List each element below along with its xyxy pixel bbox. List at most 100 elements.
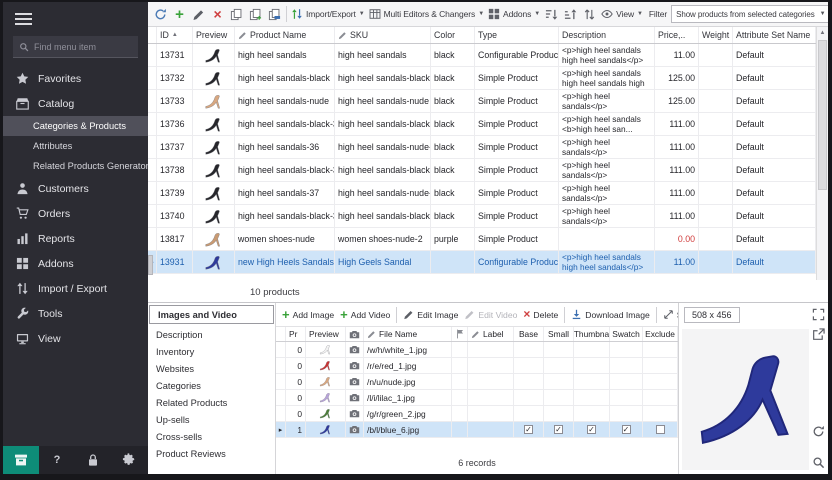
column-header-color[interactable]: Color: [431, 27, 475, 43]
product-row-13731[interactable]: 13731high heel sandalshigh heel sandalsb…: [148, 44, 816, 67]
image-thumbnail-cell[interactable]: [574, 390, 610, 406]
image-small-cell[interactable]: [544, 374, 574, 390]
column-header-position[interactable]: Pr: [286, 327, 306, 341]
image-base-cell[interactable]: ✓: [514, 422, 544, 438]
column-header-label[interactable]: Label: [468, 327, 514, 341]
base-checkbox[interactable]: ✓: [524, 425, 533, 434]
column-header-camera[interactable]: [346, 327, 364, 341]
product-row-13739[interactable]: 13739high heel sandals-37high heel sanda…: [148, 182, 816, 205]
image-small-cell[interactable]: [544, 342, 574, 358]
sidebar-item-orders[interactable]: Orders: [3, 201, 148, 226]
sidebar-item-customers[interactable]: Customers: [3, 176, 148, 201]
image-row-3[interactable]: 0/n/u/nude.jpg: [276, 374, 678, 390]
zoom-icon[interactable]: [812, 456, 825, 469]
tab-related-products[interactable]: Related Products: [148, 394, 275, 411]
duplicate-icon[interactable]: [248, 7, 263, 22]
tab-inventory[interactable]: Inventory: [148, 343, 275, 360]
image-camera-cell[interactable]: [346, 390, 364, 406]
column-header-sku[interactable]: SKU: [335, 27, 431, 43]
vertical-scrollbar[interactable]: ▲: [816, 27, 828, 280]
import-export-button[interactable]: Import/Export▼: [291, 8, 365, 20]
panel-splitter-handle[interactable]: [148, 255, 153, 275]
exclude-checkbox[interactable]: [656, 425, 665, 434]
camera-icon[interactable]: [349, 408, 360, 419]
image-swatch-cell[interactable]: [610, 342, 643, 358]
column-header-price[interactable]: Price,..: [655, 27, 699, 43]
delete-image-button[interactable]: ×Delete: [523, 309, 558, 320]
view-button[interactable]: View▼: [601, 8, 643, 20]
open-in-new-window-icon[interactable]: [812, 328, 825, 341]
store-manager-icon[interactable]: [3, 446, 39, 474]
edit-video-button[interactable]: Edit Video: [464, 309, 517, 320]
image-row-5[interactable]: 0/g/r/green_2.jpg: [276, 406, 678, 422]
tab-images-and-video[interactable]: Images and Video: [149, 305, 274, 324]
image-small-cell[interactable]: ✓: [544, 422, 574, 438]
column-header-attribute-set[interactable]: Attribute Set Name: [733, 27, 816, 43]
tab-product-reviews[interactable]: Product Reviews: [148, 445, 275, 462]
swatch-checkbox[interactable]: ✓: [622, 425, 631, 434]
image-swatch-cell[interactable]: ✓: [610, 422, 643, 438]
product-row-13732[interactable]: 13732high heel sandals-blackhigh heel sa…: [148, 67, 816, 90]
download-image-button[interactable]: Download Image: [571, 309, 650, 320]
image-thumbnail-cell[interactable]: [574, 342, 610, 358]
image-swatch-cell[interactable]: [610, 390, 643, 406]
column-header-base[interactable]: Base: [514, 327, 544, 341]
image-camera-cell[interactable]: [346, 374, 364, 390]
image-swatch-cell[interactable]: [610, 358, 643, 374]
sidebar-item-categories-products[interactable]: Categories & Products: [3, 116, 148, 136]
sidebar-item-catalog[interactable]: Catalog: [3, 91, 148, 116]
image-camera-cell[interactable]: [346, 422, 364, 438]
addons-button[interactable]: Addons▼: [488, 8, 540, 20]
sidebar-item-addons[interactable]: Addons: [3, 251, 148, 276]
scrollbar-thumb[interactable]: [818, 40, 827, 190]
column-header-weight[interactable]: Weight: [699, 27, 733, 43]
product-row-13737[interactable]: 13737high heel sandals-36high heel sanda…: [148, 136, 816, 159]
tab-cross-sells[interactable]: Cross-sells: [148, 428, 275, 445]
tab-description[interactable]: Description: [148, 326, 275, 343]
copy-to-clipboard-icon[interactable]: [267, 7, 282, 22]
image-exclude-cell[interactable]: [643, 390, 678, 406]
tab-websites[interactable]: Websites: [148, 360, 275, 377]
sidebar-item-tools[interactable]: Tools: [3, 301, 148, 326]
image-thumbnail-cell[interactable]: [574, 406, 610, 422]
image-exclude-cell[interactable]: [643, 342, 678, 358]
image-small-cell[interactable]: [544, 390, 574, 406]
image-exclude-cell[interactable]: [643, 374, 678, 390]
image-exclude-cell[interactable]: [643, 406, 678, 422]
set-resize-rule-button[interactable]: Set Resize Rule: [663, 309, 678, 320]
rotate-image-icon[interactable]: [812, 425, 825, 438]
image-row-4[interactable]: 0/l/i/lilac_1.jpg: [276, 390, 678, 406]
small-checkbox[interactable]: ✓: [554, 425, 563, 434]
camera-icon[interactable]: [349, 344, 360, 355]
image-exclude-cell[interactable]: [643, 422, 678, 438]
add-image-button[interactable]: +Add Image: [282, 309, 334, 320]
help-icon[interactable]: ?: [39, 446, 75, 474]
product-row-13817[interactable]: 13817women shoes-nudewomen shoes-nude-2p…: [148, 228, 816, 251]
column-header-product-name[interactable]: Product Name: [235, 27, 335, 43]
column-header-flag[interactable]: [452, 327, 468, 341]
sidebar-item-reports[interactable]: Reports: [3, 226, 148, 251]
product-row-13931[interactable]: ▸13931new High Heels SandalsHigh Geels S…: [148, 251, 816, 274]
sort-ascending-icon[interactable]: [544, 7, 559, 22]
image-swatch-cell[interactable]: [610, 406, 643, 422]
copy-icon[interactable]: [229, 7, 244, 22]
sort-descending-icon[interactable]: [563, 7, 578, 22]
column-header-thumbnail[interactable]: Thumbna: [574, 327, 610, 341]
image-small-cell[interactable]: [544, 358, 574, 374]
product-row-13740[interactable]: 13740high heel sandals-black-38high heel…: [148, 205, 816, 228]
image-base-cell[interactable]: [514, 374, 544, 390]
image-thumbnail-cell[interactable]: ✓: [574, 422, 610, 438]
sidebar-item-attributes[interactable]: Attributes: [3, 136, 148, 156]
sidebar-item-import-export[interactable]: Import / Export: [3, 276, 148, 301]
column-header-preview[interactable]: Preview: [193, 27, 235, 43]
image-row-1[interactable]: 0/w/h/white_1.jpg: [276, 342, 678, 358]
menu-search-input[interactable]: [34, 42, 132, 52]
sidebar-item-view[interactable]: View: [3, 326, 148, 351]
add-product-icon[interactable]: +: [172, 7, 187, 22]
column-header-small[interactable]: Small: [544, 327, 574, 341]
image-row-2[interactable]: 0/r/e/red_1.jpg: [276, 358, 678, 374]
product-row-13736[interactable]: 13736high heel sandals-black-36high heel…: [148, 113, 816, 136]
camera-icon[interactable]: [349, 392, 360, 403]
image-camera-cell[interactable]: [346, 358, 364, 374]
multi-editors-button[interactable]: Multi Editors & Changers▼: [369, 8, 484, 20]
